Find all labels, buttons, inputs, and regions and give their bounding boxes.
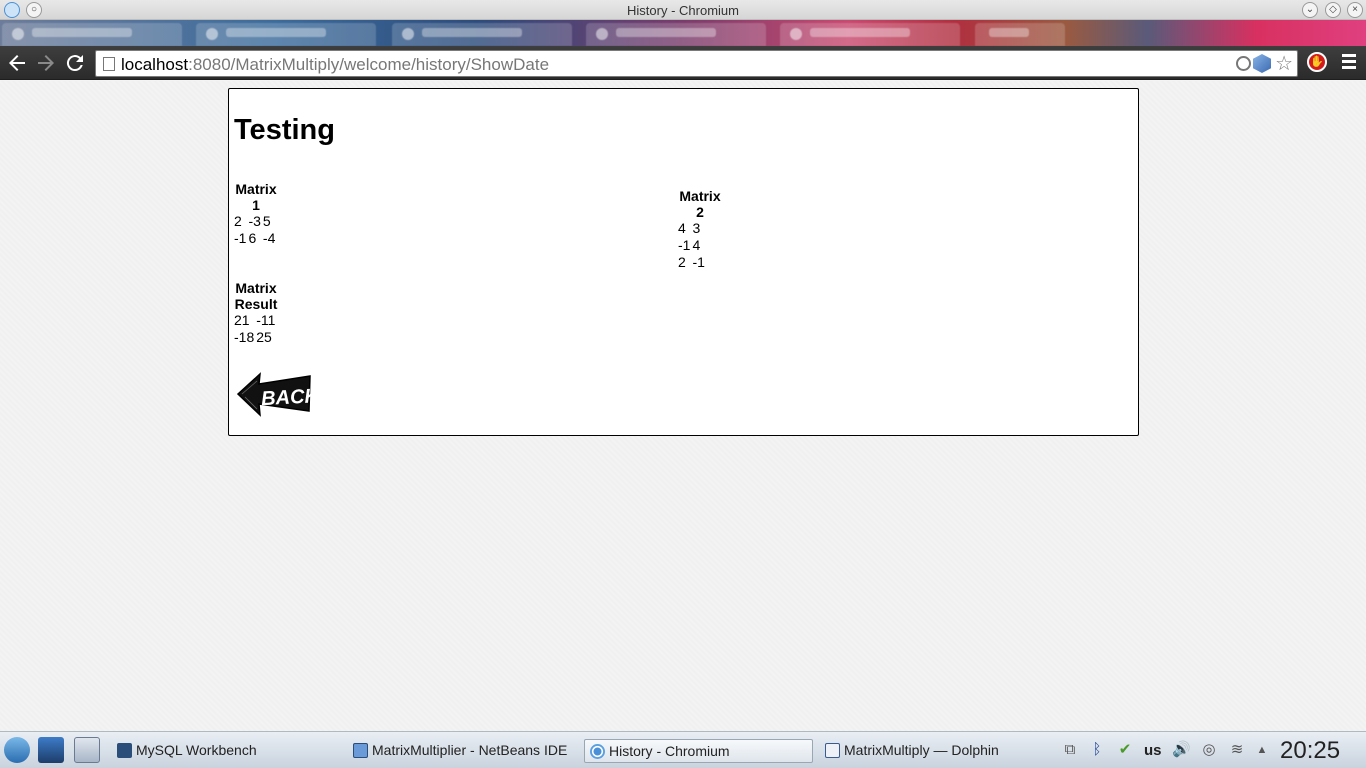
matrix-result-table: 21 -11 -18 25 [234,312,277,346]
browser-tab[interactable] [2,23,182,46]
browser-tab[interactable] [586,23,766,46]
tray-expand-icon[interactable]: ▲ [1253,741,1271,759]
mysql-workbench-icon [117,743,132,758]
matrix-2-label: Matrix 2 [679,188,721,220]
browser-tab[interactable] [196,23,376,46]
maximize-icon[interactable]: ◇ [1325,2,1341,18]
table-row: 2 -1 [678,254,705,270]
table-row: -18 25 [234,329,272,345]
window-title: History - Chromium [627,3,739,18]
clock[interactable]: 20:25 [1280,737,1340,765]
browser-toolbar: localhost:8080/MatrixMultiply/welcome/hi… [0,46,1366,80]
address-bar[interactable]: localhost:8080/MatrixMultiply/welcome/hi… [95,50,1298,77]
matrix-1-label: Matrix 1 [235,181,277,213]
tab-strip [0,20,1366,46]
page-viewport: Testing Matrix 1 2 -3 5 -1 6 -4 Matrix 2… [0,81,1366,731]
matrix-1: Matrix 1 2 -3 5 -1 6 -4 [234,181,278,247]
minimize-icon[interactable]: ⌄ [1302,2,1318,18]
shield-check-icon[interactable]: ✔ [1116,741,1134,759]
bookmark-star-icon[interactable]: ☆ [1275,51,1293,76]
dropbox-icon[interactable]: ⧉ [1061,741,1079,759]
show-desktop-icon[interactable] [38,737,64,763]
matrix-1-table: 2 -3 5 -1 6 -4 [234,213,277,247]
matrix-2-table: 4 3 -1 4 2 -1 [678,220,707,271]
table-row: 2 -3 5 [234,213,271,229]
svg-text:BACK: BACK [261,385,311,410]
dolphin-icon [825,743,840,758]
browser-tab[interactable] [780,23,960,46]
window-titlebar: ○ History - Chromium ⌄ ◇ × [0,0,1366,20]
zoom-icon[interactable] [1236,56,1251,71]
matrix-result-label: Matrix Result [234,280,278,312]
back-arrow-image: BACK [236,372,321,417]
page-heading: Testing [234,114,335,146]
table-row: 4 3 [678,220,701,236]
volume-icon[interactable]: 🔊 [1172,741,1191,759]
reload-icon[interactable] [63,51,87,75]
table-row: -1 4 [678,237,701,253]
file-manager-icon[interactable] [74,737,100,763]
taskbar: MySQL Workbench MatrixMultiplier - NetBe… [0,731,1366,768]
page-icon [103,57,115,71]
wifi-icon[interactable]: ≋ [1228,741,1246,759]
stop-extension-icon[interactable]: ✋ [1307,52,1327,72]
forward-arrow-icon[interactable] [34,51,58,75]
matrix-result: Matrix Result 21 -11 -18 25 [234,280,278,346]
extension-cube-icon[interactable] [1253,54,1271,73]
task-netbeans[interactable]: MatrixMultiplier - NetBeans IDE 8 [348,739,570,763]
network-globe-icon[interactable]: ◎ [1200,741,1218,759]
close-icon[interactable]: × [1347,2,1363,18]
back-arrow-link[interactable]: BACK [236,371,321,417]
back-arrow-icon[interactable] [5,51,29,75]
task-mysql-workbench[interactable]: MySQL Workbench [112,739,342,763]
new-tab-button[interactable] [975,23,1065,46]
browser-tab[interactable] [392,23,572,46]
task-dolphin[interactable]: MatrixMultiply — Dolphin [820,739,1042,763]
mint-menu-icon[interactable] [4,737,30,763]
matrix-2: Matrix 2 4 3 -1 4 2 -1 [678,188,722,271]
content-panel: Testing Matrix 1 2 -3 5 -1 6 -4 Matrix 2… [228,88,1139,436]
table-row: 21 -11 [234,312,276,328]
netbeans-cube-icon [353,743,368,758]
keyboard-layout-indicator[interactable]: us [1144,742,1162,759]
menu-icon[interactable] [1342,54,1356,70]
chromium-icon [590,744,605,759]
url-text[interactable]: localhost:8080/MatrixMultiply/welcome/hi… [121,55,549,75]
task-chromium[interactable]: History - Chromium [584,739,813,763]
table-row: -1 6 -4 [234,230,276,246]
bluetooth-icon[interactable]: ᛒ [1088,741,1106,759]
